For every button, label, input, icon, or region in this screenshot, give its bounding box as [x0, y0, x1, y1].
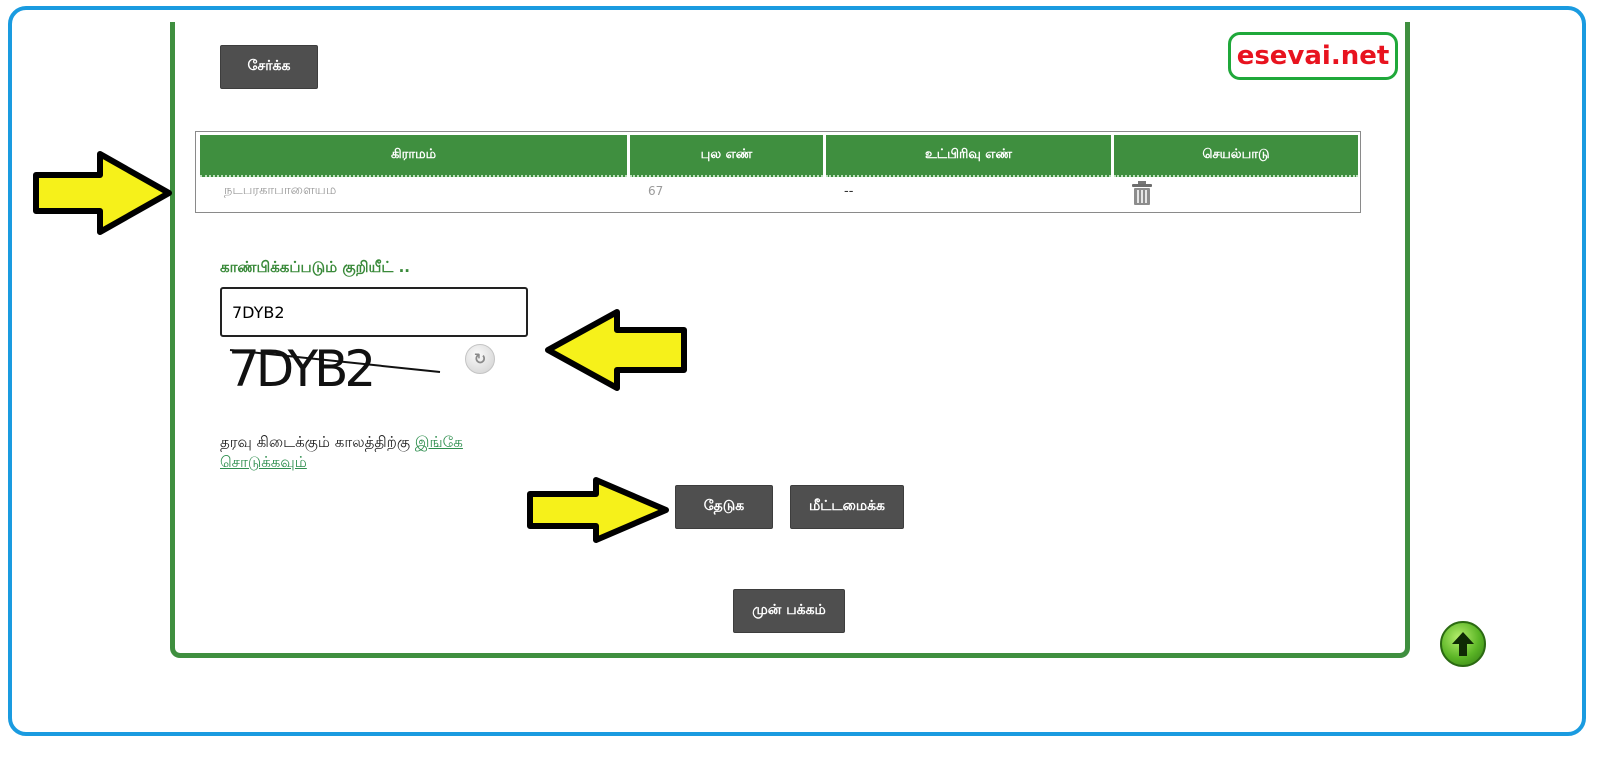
header-village: கிராமம்	[200, 135, 627, 177]
captcha-image: 7DYB2	[228, 340, 441, 394]
add-button[interactable]: சேர்க்க	[220, 45, 318, 89]
annotation-arrow-captcha	[545, 309, 687, 391]
header-survey-number: புல எண்	[630, 135, 823, 177]
refresh-icon[interactable]: ↻	[465, 344, 495, 374]
captcha-label: காண்பிக்கப்படும் குறியீட் ..	[220, 258, 410, 276]
header-action: செயல்பாடு	[1114, 135, 1358, 177]
cell-village: நடபரகாபாளையம	[224, 183, 337, 198]
land-table: கிராமம் புல எண் உட்பிரிவு எண் செயல்பாடு …	[195, 131, 1361, 213]
data-availability-notice: தரவு கிடைக்கும் காலத்திற்கு இங்கே சொடுக்…	[220, 432, 520, 472]
svg-text:7DYB2: 7DYB2	[228, 340, 372, 394]
arrow-up-icon	[1452, 632, 1474, 656]
trash-icon[interactable]	[1130, 180, 1154, 206]
scroll-to-top-button[interactable]	[1440, 621, 1486, 667]
search-button[interactable]: தேடுக	[675, 485, 773, 529]
header-subdivision-number: உட்பிரிவு எண்	[826, 135, 1111, 177]
cell-subdivision: --	[844, 183, 854, 199]
reset-button[interactable]: மீட்டமைக்க	[790, 485, 904, 529]
previous-page-button[interactable]: முன் பக்கம்	[733, 589, 845, 633]
notice-text: தரவு கிடைக்கும் காலத்திற்கு	[220, 433, 411, 451]
captcha-input[interactable]	[220, 287, 528, 337]
annotation-arrow-table	[33, 151, 172, 235]
annotation-arrow-search	[527, 477, 669, 543]
cell-survey-number: 67	[648, 184, 664, 198]
brand-watermark: esevai.net	[1228, 32, 1398, 80]
